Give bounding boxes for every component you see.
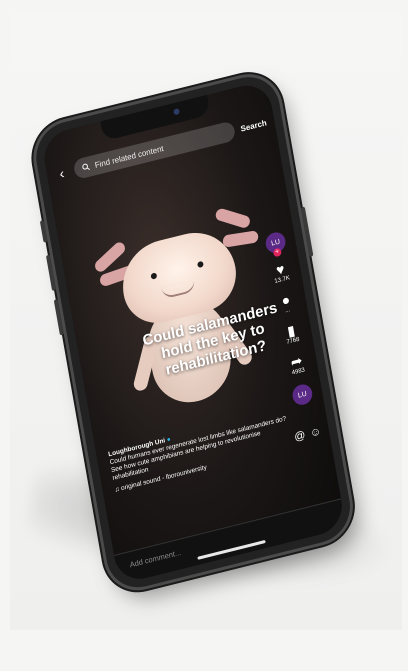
creator-avatar[interactable]: LU + xyxy=(264,230,288,258)
back-icon[interactable]: ‹ xyxy=(54,164,70,183)
phone-body: ‹ Find related content Search Could sala… xyxy=(30,69,356,595)
avatar-initials: LU xyxy=(270,238,281,248)
sound-disc[interactable]: LU xyxy=(290,382,314,407)
comment-tools: @ ☺ xyxy=(293,425,322,443)
bookmark-action[interactable]: ▮ 7768 xyxy=(283,322,300,346)
volume-up-button xyxy=(45,254,57,292)
search-placeholder: Find related content xyxy=(94,143,165,170)
like-action[interactable]: ♥ 13.7K xyxy=(271,260,290,285)
emoji-icon[interactable]: ☺ xyxy=(309,425,322,440)
bookmark-icon: ▮ xyxy=(285,321,297,340)
mention-icon[interactable]: @ xyxy=(293,429,306,444)
search-button[interactable]: Search xyxy=(240,118,267,133)
sound-disc-initials: LU xyxy=(297,390,308,400)
comment-placeholder: Add comment... xyxy=(129,547,182,570)
comments-count: ... xyxy=(284,307,291,315)
axolotl-eye xyxy=(150,272,158,280)
gill xyxy=(222,230,259,248)
comment-icon: ● xyxy=(280,290,292,309)
music-note-icon: ♫ xyxy=(114,485,121,494)
axolotl-mouth xyxy=(160,279,197,300)
follow-plus-icon[interactable]: + xyxy=(272,247,282,258)
phone-screen: ‹ Find related content Search Could sala… xyxy=(40,79,347,585)
heart-icon: ♥ xyxy=(274,260,286,279)
axolotl-image xyxy=(85,177,285,416)
share-action[interactable]: ➦ 4983 xyxy=(289,352,305,377)
mute-switch xyxy=(39,220,48,243)
comment-action[interactable]: ● ... xyxy=(280,290,292,315)
volume-down-button xyxy=(53,299,64,336)
power-button xyxy=(300,206,314,257)
video-info: Loughborough Uni ● Could humans ever reg… xyxy=(108,406,298,495)
axolotl-eye xyxy=(197,260,204,269)
front-camera xyxy=(173,107,180,116)
search-input[interactable]: Find related content xyxy=(72,120,237,180)
gill xyxy=(214,207,252,230)
verified-icon: ● xyxy=(166,435,172,444)
search-icon xyxy=(82,163,91,171)
